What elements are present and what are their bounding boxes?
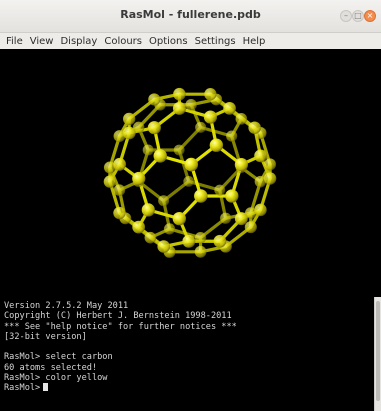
carbon-atom [173,87,186,101]
carbon-atom [113,184,126,196]
console-scrollbar[interactable] [374,297,381,411]
console-line: RasMol> color yellow [4,373,108,384]
carbon-atom [123,112,136,126]
window-title: RasMol - fullerene.pdb [120,8,261,21]
carbon-atom [213,234,227,248]
menu-file[interactable]: File [6,36,23,47]
carbon-atom [113,206,126,220]
carbon-atom [158,195,170,207]
carbon-atom [263,172,277,185]
menu-bar: File View Display Colours Options Settin… [0,33,381,49]
carbon-atom [148,93,161,106]
carbon-atom [183,175,195,187]
menu-options[interactable]: Options [149,36,188,47]
carbon-atom [223,101,236,115]
carbon-atom [157,240,171,253]
carbon-atom [163,223,176,235]
close-icon[interactable]: × [364,10,376,22]
carbon-atom [173,144,185,156]
carbon-atom [254,203,267,217]
carbon-atom [194,245,207,258]
carbon-atom [203,110,218,124]
console-line: *** See "help notice" for further notice… [4,321,237,332]
carbon-atom [122,126,136,140]
fullerene-model [103,87,277,258]
carbon-atom [132,171,146,186]
carbon-atom [172,211,187,226]
carbon-atom [254,149,267,163]
carbon-atom [185,99,197,111]
carbon-atom [147,121,161,135]
console-line: [32-bit version] [4,331,87,342]
menu-display[interactable]: Display [60,36,97,47]
carbon-atom [226,130,238,142]
console-prompt-line[interactable]: RasMol> [4,383,374,393]
maximize-icon[interactable]: □ [352,10,364,22]
carbon-atom [234,212,248,226]
carbon-atom [248,121,261,135]
text-cursor [43,383,49,392]
console-line: 60 atoms selected! [4,362,98,373]
carbon-atom [144,231,157,244]
carbon-atom [214,184,226,196]
carbon-atom [141,203,155,217]
console-line: RasMol> select carbon [4,352,113,363]
scrollbar-thumb[interactable] [376,301,380,401]
carbon-atom [244,221,257,234]
carbon-atom [209,138,224,152]
molecule-viewer[interactable] [0,49,381,297]
command-console[interactable]: Version 2.7.5.2 May 2011 Copyright (C) H… [0,297,374,411]
carbon-atom [204,88,217,101]
carbon-atom [194,231,207,244]
carbon-atom [172,101,186,115]
carbon-atom [235,113,248,125]
console-line: Version 2.7.5.2 May 2011 [4,301,129,311]
carbon-atom [195,121,207,133]
carbon-atom [234,157,249,172]
menu-colours[interactable]: Colours [104,36,142,47]
carbon-atom [220,212,232,224]
minimize-icon[interactable]: – [340,10,352,22]
carbon-atom [142,144,154,156]
carbon-atom [113,157,127,171]
carbon-atom [132,220,146,234]
carbon-atom [153,149,167,163]
carbon-atom [182,234,196,248]
carbon-atom [264,158,277,171]
menu-view[interactable]: View [30,36,54,47]
console-prompt: RasMol> [4,383,41,394]
console-line: Copyright (C) Herbert J. Bernstein 1998-… [4,311,232,322]
carbon-atom [194,189,208,203]
title-bar: RasMol - fullerene.pdb – □ × [0,0,381,33]
carbon-atom [184,157,199,172]
carbon-atom [103,175,117,188]
menu-help[interactable]: Help [243,36,266,47]
menu-settings[interactable]: Settings [195,36,236,47]
carbon-atom [225,189,239,203]
